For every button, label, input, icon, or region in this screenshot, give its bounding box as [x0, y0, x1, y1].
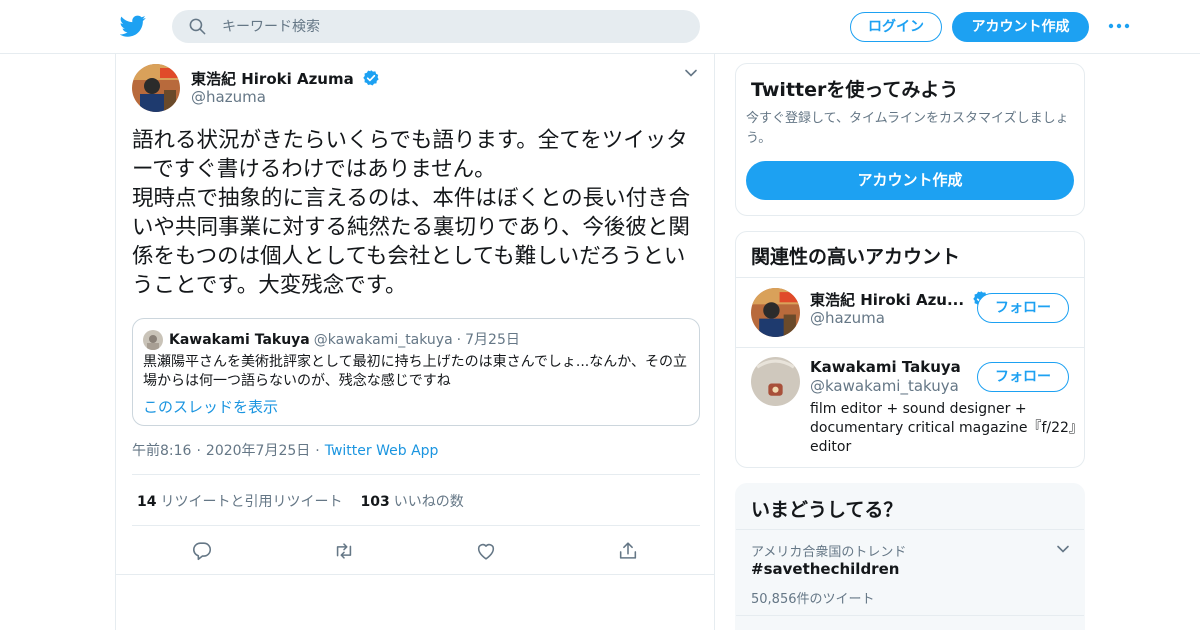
quoted-text: 黒瀬陽平さんを美術批評家として最初に持ち上げたのは東さんでしょ...なんか、その…: [143, 354, 687, 389]
account-bio: film editor + sound designer + documenta…: [810, 401, 1076, 455]
trend-context: アメリカ合衆国のトレンド: [751, 545, 907, 560]
trends-card: いまどうしてる？ アメリカ合衆国のトレンド #savethechildren 5…: [735, 483, 1085, 630]
tweet-time[interactable]: 午前8:16: [132, 443, 191, 459]
relevant-accounts-card: 関連性の高いアカウント 東浩紀 Hiroki Azu... @hazuma フォ…: [735, 231, 1085, 468]
more-icon[interactable]: [1108, 22, 1130, 30]
divider: [736, 277, 1084, 278]
search-bar[interactable]: [172, 10, 700, 43]
account-avatar[interactable]: [751, 288, 800, 337]
tweet-text: 語れる状況がきたらいくらでも語ります。全てをツイッターですぐ書けるわけではありま…: [132, 128, 691, 298]
retweets-count: 14: [137, 494, 157, 510]
divider: [116, 574, 714, 575]
trends-title: いまどうしてる？: [751, 499, 903, 521]
tweet-stats: 14 リツイートと引用リツイート 103 いいねの数: [137, 491, 464, 511]
login-button[interactable]: ログイン: [850, 12, 942, 42]
search-icon: [189, 18, 206, 35]
twitter-bird-icon[interactable]: [120, 13, 146, 39]
retweets-label: リツイートと引用リツイート: [160, 494, 343, 510]
quoted-author-avatar: [143, 330, 163, 350]
tweet-meta: 午前8:16 · 2020年7月25日 · Twitter Web App: [132, 440, 438, 460]
divider: [736, 347, 1084, 348]
account-handle[interactable]: @hazuma: [810, 309, 885, 327]
likes-stat[interactable]: 103 いいねの数: [360, 494, 463, 510]
account-avatar[interactable]: [751, 357, 800, 406]
author-handle[interactable]: @hazuma: [191, 88, 266, 106]
signup-card-description: 今すぐ登録して、タイムラインをカスタマイズしましょう。: [746, 111, 1069, 146]
show-thread-link[interactable]: このスレッドを表示: [143, 396, 278, 417]
signup-card-title: Twitterを使ってみよう: [751, 79, 959, 101]
retweet-icon[interactable]: [333, 540, 355, 562]
trend-name[interactable]: #savethechildren: [751, 560, 899, 578]
relevant-accounts-title: 関連性の高いアカウント: [751, 246, 961, 268]
quoted-tweet[interactable]: Kawakami Takuya @kawakami_takuya · 7月25日 黒瀬…: [132, 318, 700, 426]
signup-card-button[interactable]: アカウント作成: [746, 161, 1074, 200]
quoted-date: 7月25日: [465, 332, 520, 348]
quoted-author: Kawakami Takuya @kawakami_takuya · 7月25日: [169, 329, 520, 349]
author-avatar[interactable]: [132, 64, 180, 112]
divider: [736, 615, 1084, 616]
likes-count: 103: [360, 494, 390, 510]
tweet-date[interactable]: 2020年7月25日: [206, 443, 310, 459]
verified-icon: [363, 70, 379, 86]
divider: [736, 529, 1084, 530]
divider: [132, 525, 700, 526]
retweets-stat[interactable]: 14 リツイートと引用リツイート: [137, 494, 342, 510]
share-icon[interactable]: [617, 540, 639, 562]
chevron-down-icon[interactable]: [1056, 544, 1070, 554]
separator-dot: ·: [315, 443, 320, 459]
likes-label: いいねの数: [393, 494, 464, 510]
author-name[interactable]: 東浩紀 Hiroki Azuma: [191, 68, 380, 89]
follow-button[interactable]: フォロー: [977, 362, 1069, 392]
quoted-author-handle: @kawakami_takuya: [313, 332, 453, 348]
divider: [132, 474, 700, 475]
tweet-detail: 東浩紀 Hiroki Azuma @hazuma 語れる状況がきたらいくらでも語…: [115, 54, 715, 630]
account-handle[interactable]: @kawakami_takuya: [810, 377, 959, 395]
reply-icon[interactable]: [191, 540, 213, 562]
signup-button[interactable]: アカウント作成: [952, 12, 1089, 42]
signup-card: Twitterを使ってみよう 今すぐ登録して、タイムラインをカスタマイズしましょ…: [735, 63, 1085, 216]
tweet-source-app[interactable]: Twitter Web App: [325, 443, 439, 459]
search-input[interactable]: [222, 10, 682, 43]
author-name-text[interactable]: 東浩紀 Hiroki Azuma: [191, 70, 354, 88]
trend-count: 50,856件のツイート: [751, 592, 875, 607]
follow-button[interactable]: フォロー: [977, 293, 1069, 323]
separator-dot: ·: [456, 332, 462, 348]
like-icon[interactable]: [475, 540, 497, 562]
quoted-author-name: Kawakami Takuya: [169, 332, 310, 348]
account-name-text[interactable]: 東浩紀 Hiroki Azu...: [810, 291, 964, 309]
top-navigation-bar: ログイン アカウント作成: [0, 0, 1200, 54]
account-name[interactable]: 東浩紀 Hiroki Azu...: [810, 289, 990, 310]
account-name[interactable]: Kawakami Takuya: [810, 358, 961, 376]
chevron-down-icon[interactable]: [684, 68, 698, 78]
separator-dot: ·: [196, 443, 201, 459]
